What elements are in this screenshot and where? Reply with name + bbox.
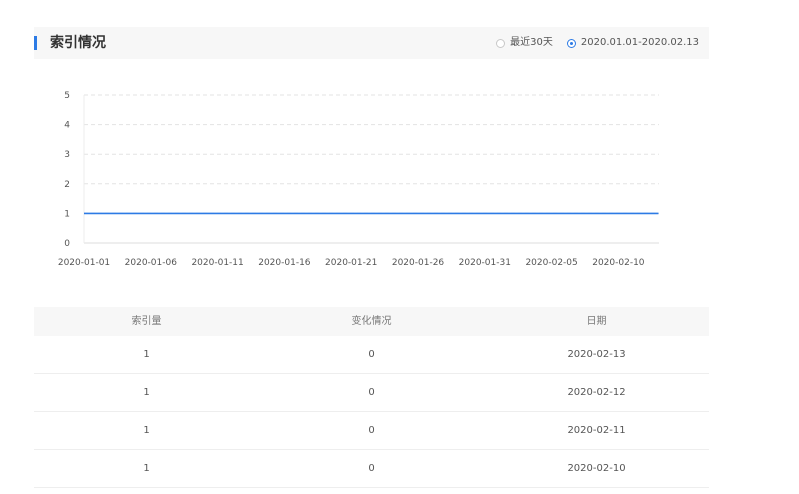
range-option-custom[interactable]: 2020.01.01-2020.02.13 [566, 37, 699, 49]
cell-change: 0 [368, 387, 375, 398]
cell-change: 0 [368, 425, 375, 436]
column-header-change: 变化情况 [351, 316, 392, 327]
table-header: 索引量 变化情况 日期 [34, 307, 709, 336]
x-tick-label: 2020-01-16 [258, 258, 311, 268]
range-option-label: 2020.01.01-2020.02.13 [580, 37, 699, 48]
x-tick-label: 2020-01-01 [58, 258, 110, 268]
cell-index: 1 [143, 349, 150, 360]
cell-change: 0 [368, 349, 375, 360]
x-tick-label: 2020-01-31 [459, 258, 511, 268]
range-option-label: 最近30天 [510, 37, 553, 48]
x-tick-label: 2020-01-21 [325, 258, 377, 268]
section-header: 索引情况 最近30天 2020.01.01-2020.02.13 [34, 27, 709, 59]
cell-index: 1 [143, 463, 150, 474]
range-option-last-30-days[interactable]: 最近30天 [496, 37, 553, 49]
x-tick-label: 2020-01-06 [125, 258, 178, 268]
y-tick-label: 2 [64, 180, 70, 190]
x-tick-label: 2020-02-10 [592, 258, 645, 268]
x-tick-label: 2020-01-26 [392, 258, 445, 268]
y-tick-label: 1 [64, 209, 70, 219]
index-table: 索引量 变化情况 日期 1 0 2020-02-13 1 0 2020-02-1… [34, 307, 709, 488]
accent-bar [34, 36, 37, 50]
column-header-date: 日期 [586, 316, 607, 327]
radio-icon[interactable] [496, 38, 506, 48]
radio-selected-icon[interactable] [566, 38, 576, 48]
x-tick-label: 2020-02-05 [525, 258, 577, 268]
cell-index: 1 [143, 387, 150, 398]
index-chart: 0 1 2 3 4 5 2020-01-01 2020-01-06 2020-01-11 2020… [0, 80, 799, 280]
table-row: 1 0 2020-02-13 [34, 336, 709, 374]
y-tick-label: 3 [64, 150, 70, 160]
date-range-selector: 最近30天 2020.01.01-2020.02.13 [496, 27, 699, 59]
y-tick-label: 4 [64, 121, 70, 131]
x-tick-label: 2020-01-11 [191, 258, 243, 268]
section-title: 索引情况 [50, 35, 106, 51]
table-row: 1 0 2020-02-11 [34, 412, 709, 450]
y-tick-label: 5 [64, 91, 70, 101]
y-tick-label: 0 [64, 239, 70, 249]
cell-date: 2020-02-12 [567, 387, 626, 398]
cell-index: 1 [143, 425, 150, 436]
cell-date: 2020-02-13 [567, 349, 626, 360]
cell-date: 2020-02-10 [567, 463, 626, 474]
cell-date: 2020-02-11 [567, 425, 626, 436]
column-header-index: 索引量 [131, 316, 162, 327]
table-row: 1 0 2020-02-12 [34, 374, 709, 412]
table-row: 1 0 2020-02-10 [34, 450, 709, 488]
cell-change: 0 [368, 463, 375, 474]
line-chart: 0 1 2 3 4 5 2020-01-01 2020-01-06 2020-01-11 2020… [58, 91, 659, 268]
